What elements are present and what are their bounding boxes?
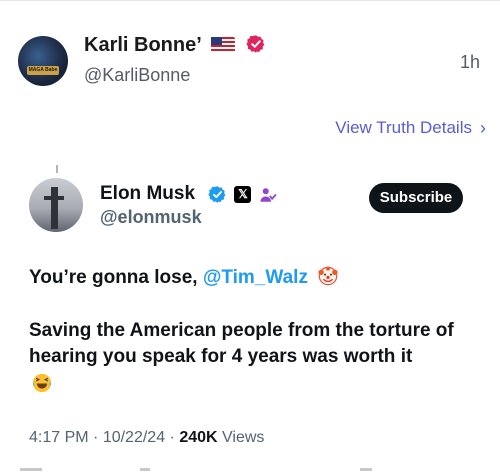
avatar-badge-text: MAGA Babe (27, 66, 59, 75)
tweet-author-avatar[interactable] (29, 178, 83, 232)
tweet-time[interactable]: 4:17 PM (29, 429, 89, 446)
display-name[interactable]: Karli Bonne’ (84, 34, 266, 57)
cropped-action-bar (20, 468, 480, 476)
view-count[interactable]: 240K (179, 429, 217, 446)
mention-link[interactable]: @Tim_Walz (203, 267, 308, 288)
views-label: Views (217, 429, 265, 446)
government-badge-icon (260, 187, 277, 202)
laughing-tears-emoji-icon (32, 373, 52, 393)
view-truth-details-link[interactable]: View Truth Details (335, 118, 472, 138)
clown-emoji-icon (318, 266, 338, 286)
author-badges: 𝕏 (208, 185, 277, 204)
cropped-icon (140, 468, 150, 471)
avatar-arm-shape (44, 196, 64, 200)
meta-separator: · (165, 429, 180, 446)
subscribe-button[interactable]: Subscribe (369, 183, 463, 213)
truth-post-header: MAGA Babe Karli Bonne’ @KarliBonne 1h (18, 30, 482, 90)
avatar[interactable]: MAGA Babe (18, 36, 68, 86)
meta-separator: · (88, 429, 103, 446)
tweet-author-name[interactable]: Elon Musk (100, 183, 195, 205)
divider-mark (56, 165, 58, 173)
top-divider (0, 0, 500, 1)
tweet-meta: 4:17 PM · 10/22/24 · 240K Views (29, 429, 264, 447)
cropped-icon (360, 468, 372, 471)
x-affiliate-icon: 𝕏 (234, 186, 252, 203)
cropped-icon (20, 468, 42, 471)
user-handle[interactable]: @KarliBonne (84, 65, 190, 86)
post-timestamp: 1h (459, 52, 480, 72)
tweet-date[interactable]: 10/22/24 (103, 429, 165, 446)
verified-badge-icon (246, 35, 265, 53)
us-flag-icon (211, 37, 236, 52)
tweet-author-handle[interactable]: @elonmusk (100, 207, 202, 228)
avatar-tower-shape (51, 187, 58, 229)
tweet-text-line1: You’re gonna lose, @Tim_Walz (29, 265, 339, 289)
blue-verified-icon (208, 186, 226, 203)
tweet-text-prefix: You’re gonna lose, (29, 267, 203, 288)
display-name-text[interactable]: Karli Bonne’ (84, 34, 201, 56)
chevron-right-icon[interactable]: › (480, 118, 486, 139)
tweet-text-paragraph: Saving the American people from the tort… (29, 320, 454, 367)
